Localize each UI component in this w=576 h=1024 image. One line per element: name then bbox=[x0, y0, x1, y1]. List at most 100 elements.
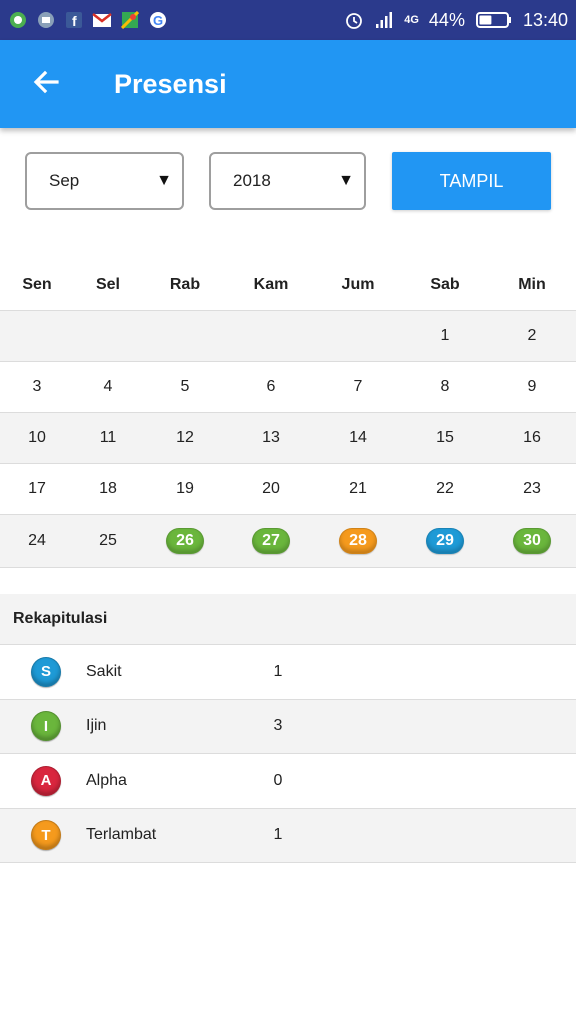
calendar-weekday-header: Sen Sel Rab Kam Jum Sab Min bbox=[0, 260, 576, 310]
calendar-day-cell[interactable]: 4 bbox=[74, 362, 142, 412]
day-number: 13 bbox=[262, 429, 280, 446]
day-number: 11 bbox=[99, 429, 117, 446]
battery-percent: 44% bbox=[428, 9, 465, 30]
calendar-day-cell[interactable]: 23 bbox=[488, 464, 576, 514]
recap-title: Rekapitulasi bbox=[0, 594, 576, 645]
notification-icons: f G bbox=[8, 10, 168, 30]
day-status-ijin: 26 bbox=[166, 528, 204, 554]
dropdown-arrow-icon: ▼ bbox=[156, 172, 172, 189]
weekday-label: Sel bbox=[95, 276, 120, 293]
day-number: 6 bbox=[266, 378, 276, 395]
calendar-day-cell[interactable]: 2 bbox=[488, 311, 576, 361]
day-status-ijin: 30 bbox=[513, 528, 551, 554]
tampil-button[interactable]: TAMPIL bbox=[392, 152, 551, 210]
day-number: 5 bbox=[180, 378, 190, 395]
page-title: Presensi bbox=[114, 68, 227, 99]
day-number: 25 bbox=[99, 532, 117, 549]
day-number: 18 bbox=[99, 480, 117, 497]
calendar-day-cell[interactable]: 12 bbox=[142, 413, 228, 463]
calendar-day-cell[interactable]: 25 bbox=[74, 515, 142, 567]
recap-section: Rekapitulasi S Sakit 1 I Ijin 3 A Alpha 0 T Terlam… bbox=[0, 594, 576, 863]
weekday-label: Min bbox=[518, 276, 546, 293]
calendar-day-cell[interactable]: 13 bbox=[228, 413, 314, 463]
day-number: 9 bbox=[527, 378, 537, 395]
calendar-day-cell[interactable]: 7 bbox=[314, 362, 402, 412]
signal-icon bbox=[374, 10, 394, 30]
calendar-day-cell[interactable]: 20 bbox=[228, 464, 314, 514]
alarm-icon bbox=[344, 10, 364, 30]
day-number: 24 bbox=[28, 532, 46, 549]
day-number: 14 bbox=[349, 429, 367, 446]
recap-row-sakit: S Sakit 1 bbox=[0, 645, 576, 700]
weekday-label: Kam bbox=[253, 276, 289, 293]
recap-list: S Sakit 1 I Ijin 3 A Alpha 0 T Terlambat 1 bbox=[0, 645, 576, 863]
calendar-day-cell[interactable]: 10 bbox=[0, 413, 74, 463]
calendar-day-cell bbox=[228, 311, 314, 361]
calendar-day-cell[interactable]: 26 bbox=[142, 515, 228, 567]
day-status-sakit: 29 bbox=[426, 528, 464, 554]
calendar-day-cell[interactable]: 30 bbox=[488, 515, 576, 567]
calendar-day-cell bbox=[0, 311, 74, 361]
calendar-grid: 1 2 3 4 5 6 7 8 9 10 11 12 13 14 15 16 17 18 19 20 21 22 23 24 2… bbox=[0, 310, 576, 568]
calendar-day-cell[interactable]: 27 bbox=[228, 515, 314, 567]
weekday-label: Rab bbox=[169, 276, 201, 293]
calendar-day-cell[interactable]: 9 bbox=[488, 362, 576, 412]
calendar-day-cell[interactable]: 11 bbox=[74, 413, 142, 463]
calendar-day-cell[interactable]: 17 bbox=[0, 464, 74, 514]
calendar-week-row: 17 18 19 20 21 22 23 bbox=[0, 463, 576, 514]
month-select[interactable]: Sep ▼ bbox=[25, 152, 184, 210]
calendar-day-cell bbox=[314, 311, 402, 361]
year-value: 2018 bbox=[233, 171, 271, 190]
maps-icon bbox=[120, 10, 140, 30]
calendar-day-cell[interactable]: 8 bbox=[402, 362, 488, 412]
recap-count: 1 bbox=[273, 662, 283, 680]
day-number: 20 bbox=[262, 480, 280, 497]
day-number: 16 bbox=[523, 429, 541, 446]
day-status-terlambat: 28 bbox=[339, 528, 377, 554]
day-number: 10 bbox=[28, 429, 46, 446]
calendar-day-cell[interactable]: 22 bbox=[402, 464, 488, 514]
calendar-day-cell[interactable]: 1 bbox=[402, 311, 488, 361]
hangouts-icon bbox=[8, 10, 28, 30]
calendar-day-cell[interactable]: 14 bbox=[314, 413, 402, 463]
calendar-day-cell[interactable]: 24 bbox=[0, 515, 74, 567]
calendar-day-cell[interactable]: 19 bbox=[142, 464, 228, 514]
day-number: 15 bbox=[436, 429, 454, 446]
svg-text:G: G bbox=[153, 13, 163, 28]
recap-row-terlambat: T Terlambat 1 bbox=[0, 808, 576, 863]
day-number: 4 bbox=[103, 378, 113, 395]
calendar-day-cell[interactable]: 21 bbox=[314, 464, 402, 514]
calendar-week-row: 12 bbox=[0, 310, 576, 361]
calendar-day-cell[interactable]: 6 bbox=[228, 362, 314, 412]
weekday-label: Jum bbox=[341, 276, 375, 293]
calendar-day-cell[interactable]: 28 bbox=[314, 515, 402, 567]
recap-row-ijin: I Ijin 3 bbox=[0, 699, 576, 754]
attendance-calendar: Sen Sel Rab Kam Jum Sab Min 1 2 3 4 5 6 7 8 9 10 11 12 13 1… bbox=[0, 260, 576, 568]
year-select[interactable]: 2018 ▼ bbox=[209, 152, 366, 210]
back-button[interactable] bbox=[16, 54, 76, 114]
ijin-badge: I bbox=[31, 711, 61, 742]
calendar-day-cell[interactable]: 29 bbox=[402, 515, 488, 567]
month-value: Sep bbox=[49, 171, 80, 190]
calendar-day-cell bbox=[142, 311, 228, 361]
recap-label: Ijin bbox=[86, 717, 107, 735]
filter-bar: Sep ▼ 2018 ▼ TAMPIL bbox=[0, 152, 576, 210]
arrow-left-icon bbox=[31, 67, 61, 102]
weekday-label: Sab bbox=[430, 276, 460, 293]
day-number: 8 bbox=[440, 378, 450, 395]
recap-label: Sakit bbox=[86, 662, 122, 680]
day-number: 7 bbox=[353, 378, 363, 395]
calendar-day-cell[interactable]: 18 bbox=[74, 464, 142, 514]
calendar-day-cell[interactable]: 5 bbox=[142, 362, 228, 412]
battery-icon bbox=[475, 10, 513, 30]
calendar-day-cell[interactable]: 16 bbox=[488, 413, 576, 463]
gallery-icon bbox=[36, 10, 56, 30]
clock: 13:40 bbox=[522, 9, 568, 30]
svg-text:f: f bbox=[72, 13, 77, 29]
day-number: 19 bbox=[176, 480, 194, 497]
calendar-day-cell[interactable]: 3 bbox=[0, 362, 74, 412]
calendar-day-cell[interactable]: 15 bbox=[402, 413, 488, 463]
day-number: 23 bbox=[523, 480, 541, 497]
gmail-icon bbox=[92, 10, 112, 30]
day-number: 12 bbox=[176, 429, 194, 446]
